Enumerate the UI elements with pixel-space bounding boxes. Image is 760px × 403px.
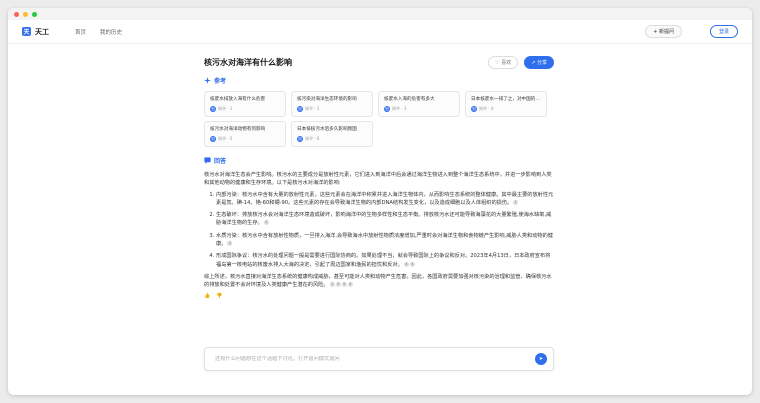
logo-icon: 天: [22, 27, 31, 36]
brand[interactable]: 天 天工: [22, 27, 49, 37]
zhihu-icon: 知: [297, 136, 303, 142]
answer-point-text: 内部污染：核污水中含有大量的放射性元素，这些元素会在海洋中积累并进入海洋生物体内…: [216, 191, 554, 206]
answer-point: 形成国际争议：核污水的处理问题一般是需要进行国际协商的。如果处理不当，就会导致国…: [216, 252, 554, 269]
app-window: 天 天工 首页 我的历史 + 新提问 登录 核污水对海洋有什么影响 ♡ 喜欢 ↗…: [8, 8, 752, 395]
reference-card[interactable]: 核废水排放入海有什么危害 知知乎 · 1: [204, 91, 286, 117]
chat-icon: [204, 157, 211, 164]
answer-point: 内部污染：核污水中含有大量的放射性元素，这些元素会在海洋中积累并进入海洋生物体内…: [216, 191, 554, 208]
zhihu-icon: 知: [384, 106, 390, 112]
reference-title: 日本核废水一排了之，对中国的影响: [471, 97, 541, 102]
reference-source-label: 知乎 · 1: [218, 106, 233, 111]
feedback-row: 👍 👎: [204, 293, 554, 299]
question-row: 核污水对海洋有什么影响 ♡ 喜欢 ↗ 分享: [204, 53, 554, 71]
answer-conclusion-text: 综上所述，核污水直接对海洋生态系统的健康构成威胁，甚至可能对人类和动物产生危害。…: [204, 273, 552, 289]
answer-heading-label: 回答: [214, 158, 227, 165]
nav-link-history[interactable]: 我的历史: [100, 28, 122, 36]
reference-title: 核污水对海洋动物有何影响: [210, 127, 266, 132]
thumbs-down-icon[interactable]: 👎: [216, 293, 222, 299]
reference-title: 核废水排放入海有什么危害: [210, 97, 266, 102]
maximize-window-icon[interactable]: [32, 11, 37, 17]
login-button[interactable]: 登录: [709, 25, 738, 38]
answer-point: 生态破坏：排放核污水会对海洋生态环境造成破坏，影响海洋中的生物多样性和生态平衡。…: [216, 211, 554, 228]
citation-marker[interactable]: 1: [513, 199, 519, 205]
reference-card[interactable]: 核污水对海洋动物有何影响 知知乎 · 5: [204, 121, 286, 147]
close-window-icon[interactable]: [14, 11, 19, 17]
reference-grid: 核废水排放入海有什么危害 知知乎 · 1 核污染对海洋生态环境的影响 知知乎 ·…: [204, 91, 554, 147]
new-question-button[interactable]: + 新提问: [645, 25, 682, 38]
citation-marker[interactable]: 3: [227, 241, 233, 247]
answer-point: 水质污染：核污水中含有放射性物质，一旦排入海洋,会导致海水中放射性物质浓度增加,…: [216, 232, 554, 249]
references-heading-label: 参考: [214, 78, 227, 85]
references-heading: 参考: [204, 76, 554, 85]
reference-source: 知知乎 · 4: [471, 106, 541, 112]
zhihu-icon: 知: [210, 106, 216, 112]
question-title: 核污水对海洋有什么影响: [204, 57, 292, 67]
reference-source: 知知乎 · 3: [384, 106, 454, 112]
reference-source: 知知乎 · 6: [297, 136, 367, 142]
reference-source-label: 知乎 · 3: [392, 106, 407, 111]
reference-title: 日本排核污水后多久影响我国: [297, 127, 357, 132]
share-button[interactable]: ↗ 分享: [524, 55, 554, 69]
reference-source-label: 知乎 · 5: [218, 136, 233, 141]
zhihu-icon: 知: [471, 106, 477, 112]
sparkle-icon: [204, 77, 211, 84]
reference-source-label: 知乎 · 6: [305, 136, 320, 141]
reference-card[interactable]: 核污染对海洋生态环境的影响 知知乎 · 2: [291, 91, 373, 117]
reference-source-label: 知乎 · 4: [479, 106, 494, 111]
answer-point-text: 形成国际争议：核污水的处理问题一般是需要进行国际协商的。如果处理不当，就会导致国…: [216, 253, 551, 268]
brand-name: 天工: [35, 27, 49, 36]
reference-source: 知知乎 · 1: [210, 106, 280, 112]
answer-points: 内部污染：核污水中含有大量的放射性元素，这些元素会在海洋中积累并进入海洋生物体内…: [204, 191, 554, 269]
citation-marker[interactable]: 3: [341, 282, 347, 288]
send-icon[interactable]: ➤: [535, 353, 547, 365]
answer-body: 核污水对海洋生态会产生影响。核污水的主要成分是放射性元素，它们进入到海洋中后会通…: [204, 171, 554, 290]
citation-marker[interactable]: 1: [329, 282, 335, 288]
reference-card[interactable]: 日本核废水一排了之，对中国的影响 知知乎 · 4: [465, 91, 547, 117]
reference-title: 核污染对海洋生态环境的影响: [297, 97, 357, 102]
citation-marker[interactable]: 4: [403, 261, 409, 267]
answer-conclusion: 综上所述，核污水直接对海洋生态系统的健康构成威胁，甚至可能对人类和动物产生危害。…: [204, 273, 554, 290]
top-navigation: 天 天工 首页 我的历史 + 新提问 登录: [8, 20, 752, 44]
citation-marker[interactable]: 2: [335, 282, 341, 288]
answer-point-text: 水质污染：核污水中含有放射性物质，一旦排入海洋,会导致海水中放射性物质浓度增加,…: [216, 232, 553, 248]
reference-source: 知知乎 · 5: [210, 136, 280, 142]
answer-heading: 回答: [204, 156, 554, 165]
reference-source-label: 知乎 · 2: [305, 106, 320, 111]
main-content: 核污水对海洋有什么影响 ♡ 喜欢 ↗ 分享 参考 核废水排放入海有什么危害 知知…: [204, 53, 554, 371]
reference-source: 知知乎 · 2: [297, 106, 367, 112]
nav-link-home[interactable]: 首页: [75, 28, 86, 36]
citation-marker[interactable]: 5: [409, 261, 415, 267]
minimize-window-icon[interactable]: [23, 11, 28, 17]
follow-up-input-box: ➤: [204, 347, 554, 371]
reference-card[interactable]: 核废水入海的危害有多大 知知乎 · 3: [378, 91, 460, 117]
like-button[interactable]: ♡ 喜欢: [488, 55, 519, 69]
citation-marker[interactable]: 4: [347, 282, 353, 288]
reference-title: 核废水入海的危害有多大: [384, 97, 435, 102]
window-titlebar: [8, 8, 752, 20]
zhihu-icon: 知: [210, 136, 216, 142]
reference-card[interactable]: 日本排核污水后多久影响我国 知知乎 · 6: [291, 121, 373, 147]
zhihu-icon: 知: [297, 106, 303, 112]
answer-intro: 核污水对海洋生态会产生影响。核污水的主要成分是放射性元素，它们进入到海洋中后会通…: [204, 172, 552, 187]
citation-marker[interactable]: 2: [263, 220, 269, 226]
thumbs-up-icon[interactable]: 👍: [204, 293, 210, 299]
follow-up-input[interactable]: [215, 356, 535, 362]
